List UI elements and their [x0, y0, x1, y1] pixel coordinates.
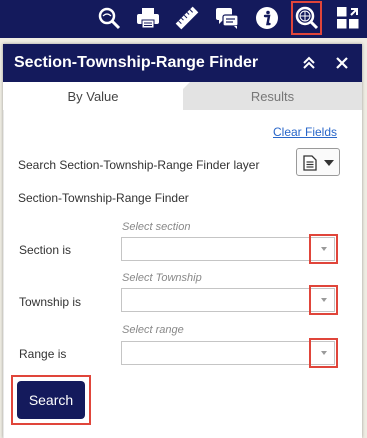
chevron-down-icon [321, 247, 327, 251]
chevron-down-icon [321, 298, 327, 302]
tab-results[interactable]: Results [183, 82, 362, 110]
township-dropdown-button[interactable] [309, 285, 338, 315]
print-icon[interactable] [133, 3, 163, 33]
panel-title: Section-Township-Range Finder [14, 54, 259, 71]
township-select[interactable] [121, 288, 335, 312]
top-toolbar [0, 0, 367, 38]
section-hint: Select section [122, 221, 191, 233]
panel-header: Section-Township-Range Finder [3, 44, 362, 82]
chat-bubbles-icon[interactable] [212, 3, 242, 33]
section-dropdown-button[interactable] [309, 234, 338, 264]
layer-select-button[interactable] [296, 148, 340, 176]
range-select[interactable] [121, 341, 335, 365]
chevron-down-icon [324, 160, 334, 166]
search-button[interactable]: Search [17, 381, 85, 419]
range-hint: Select range [122, 324, 184, 336]
measure-ruler-icon[interactable] [172, 3, 202, 33]
info-icon[interactable] [252, 3, 282, 33]
query-finder-icon[interactable] [291, 1, 322, 35]
widget-grid-icon[interactable] [333, 3, 363, 33]
search-layer-label: Search Section-Township-Range Finder lay… [18, 158, 260, 172]
close-icon[interactable] [332, 53, 352, 73]
clear-fields-link[interactable]: Clear Fields [273, 125, 337, 139]
zoom-magnifier-icon[interactable] [94, 3, 124, 33]
finder-label: Section-Township-Range Finder [18, 191, 189, 205]
tab-by-value[interactable]: By Value [3, 82, 183, 110]
range-label: Range is [19, 347, 67, 361]
document-icon [303, 155, 317, 171]
township-label: Township is [19, 295, 82, 309]
chevron-down-icon [321, 351, 327, 355]
finder-panel: Section-Township-Range Finder By Value R… [3, 44, 362, 438]
collapse-chevrons-icon[interactable] [299, 53, 319, 73]
search-button-highlight: Search [11, 375, 91, 425]
range-dropdown-button[interactable] [309, 338, 338, 368]
township-hint: Select Township [122, 272, 202, 284]
section-label: Section is [19, 243, 72, 257]
section-select[interactable] [121, 237, 335, 261]
tab-corner-fold [183, 82, 190, 89]
